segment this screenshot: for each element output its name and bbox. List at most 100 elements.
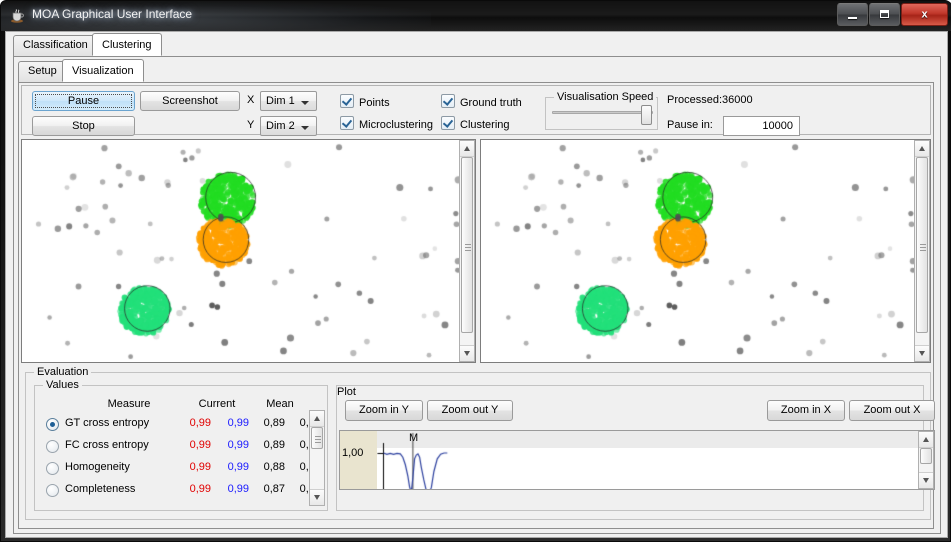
current-value-primary: 0,99 bbox=[189, 439, 211, 451]
measure-name: FC cross entropy bbox=[65, 439, 149, 451]
pause-button-label: Pause bbox=[67, 95, 100, 107]
zoom-in-y-button[interactable]: Zoom in Y bbox=[345, 400, 423, 421]
header-mean: Mean bbox=[266, 398, 294, 410]
zoom-out-y-button[interactable]: Zoom out Y bbox=[427, 400, 513, 421]
current-value-primary: 0,99 bbox=[189, 461, 211, 473]
table-row[interactable]: GT cross entropy 0,99 0,99 0,89 0,89 bbox=[39, 414, 325, 436]
plot-vscrollbar[interactable] bbox=[918, 431, 934, 489]
checkbox-ground-truth-box bbox=[441, 94, 455, 108]
checkbox-points-box bbox=[340, 94, 354, 108]
clustering-view[interactable] bbox=[480, 139, 931, 363]
window-controls: x bbox=[837, 3, 948, 26]
slider-track bbox=[552, 111, 653, 114]
window-title: MOA Graphical User Interface bbox=[32, 7, 193, 21]
scroll-up-button[interactable] bbox=[310, 411, 324, 427]
plot-line-canvas bbox=[377, 431, 934, 489]
scroll-grip bbox=[920, 250, 926, 251]
checkbox-clustering-box bbox=[441, 116, 455, 130]
visualisation-speed-title: Visualisation Speed bbox=[554, 91, 657, 103]
scroll-up-button[interactable] bbox=[915, 141, 929, 157]
stop-button[interactable]: Stop bbox=[32, 116, 135, 136]
chevron-down-icon bbox=[923, 478, 929, 483]
plot-group: Plot Zoom in Y Zoom out Y Zoom in X Zoom… bbox=[336, 385, 935, 511]
checkbox-ground-truth[interactable]: Ground truth bbox=[441, 94, 522, 109]
table-header: Measure Current Mean bbox=[39, 396, 325, 414]
clustering-vscrollbar[interactable] bbox=[914, 140, 930, 362]
measures-table-vscrollbar[interactable] bbox=[309, 410, 325, 506]
minimize-button[interactable] bbox=[837, 3, 868, 26]
zoom-out-y-label: Zoom out Y bbox=[441, 404, 499, 416]
screenshot-button[interactable]: Screenshot bbox=[140, 91, 240, 111]
mean-value-primary: 0,89 bbox=[263, 439, 285, 451]
clustering-panel: Setup Visualization Pause Stop Screensho… bbox=[13, 57, 941, 534]
tab-classification[interactable]: Classification bbox=[13, 35, 98, 56]
scroll-thumb[interactable] bbox=[311, 427, 323, 449]
close-button[interactable]: x bbox=[901, 3, 948, 26]
scroll-thumb[interactable] bbox=[920, 448, 932, 464]
checkbox-clustering[interactable]: Clustering bbox=[441, 116, 510, 131]
checkbox-ground-truth-label: Ground truth bbox=[460, 97, 522, 109]
chevron-up-icon bbox=[314, 416, 320, 421]
current-value-secondary: 0,99 bbox=[227, 461, 249, 473]
current-value-secondary: 0,99 bbox=[227, 417, 249, 429]
scroll-down-button[interactable] bbox=[460, 345, 474, 361]
ground-truth-view[interactable] bbox=[21, 139, 476, 363]
scroll-up-button[interactable] bbox=[460, 141, 474, 157]
zoom-out-x-button[interactable]: Zoom out X bbox=[849, 400, 935, 421]
row-radio-homogeneity[interactable] bbox=[46, 462, 59, 475]
pause-button[interactable]: Pause bbox=[32, 91, 135, 111]
current-value-secondary: 0,99 bbox=[227, 483, 249, 495]
scroll-down-button[interactable] bbox=[919, 472, 933, 488]
checkbox-points[interactable]: Points bbox=[340, 94, 390, 109]
scroll-thumb[interactable] bbox=[461, 157, 473, 333]
zoom-in-x-button[interactable]: Zoom in X bbox=[767, 400, 845, 421]
tab-visualization[interactable]: Visualization bbox=[62, 59, 144, 82]
measure-name: Completeness bbox=[65, 483, 136, 495]
scroll-up-button[interactable] bbox=[919, 432, 933, 448]
scroll-grip bbox=[315, 439, 321, 440]
plot-y-tick-label: 1,00 bbox=[342, 447, 364, 459]
title-bar[interactable]: MOA Graphical User Interface x bbox=[1, 1, 951, 31]
minimize-icon bbox=[848, 17, 857, 19]
ground-truth-canvas[interactable] bbox=[22, 140, 459, 362]
close-icon: x bbox=[921, 8, 928, 20]
inner-tabstrip: Setup Visualization bbox=[18, 59, 934, 83]
y-dimension-select[interactable]: Dim 2 bbox=[260, 116, 317, 136]
measure-plot[interactable]: 1,00 M bbox=[339, 430, 935, 490]
scroll-down-button[interactable] bbox=[915, 345, 929, 361]
header-current: Current bbox=[198, 398, 236, 410]
chevron-down-icon bbox=[301, 101, 309, 105]
table-row[interactable]: Completeness 0,99 0,99 0,87 0,87 bbox=[39, 480, 325, 502]
header-measure: Measure bbox=[107, 398, 151, 410]
row-radio-completeness[interactable] bbox=[46, 484, 59, 497]
scroll-grip bbox=[315, 436, 321, 437]
ground-truth-vscrollbar[interactable] bbox=[459, 140, 475, 362]
checkbox-microclustering[interactable]: Microclustering bbox=[340, 116, 433, 131]
visualisation-speed-slider[interactable] bbox=[552, 105, 653, 125]
zoom-in-y-label: Zoom in Y bbox=[359, 404, 409, 416]
tab-setup[interactable]: Setup bbox=[18, 61, 67, 82]
scroll-grip bbox=[920, 244, 926, 245]
x-dimension-value: Dim 1 bbox=[266, 95, 295, 107]
tab-clustering[interactable]: Clustering bbox=[92, 33, 162, 56]
pause-in-label: Pause in: bbox=[667, 119, 713, 131]
row-radio-gt-cross-entropy[interactable] bbox=[46, 418, 59, 431]
evaluation-group: Evaluation Values Measure Current Mean G… bbox=[25, 366, 935, 520]
slider-thumb[interactable] bbox=[641, 105, 653, 125]
x-dimension-select[interactable]: Dim 1 bbox=[260, 91, 317, 111]
scroll-grip bbox=[315, 442, 321, 443]
visualization-toolbar: Pause Stop Screenshot X Dim 1 Y Dim 2 Po… bbox=[21, 85, 931, 136]
maximize-icon bbox=[880, 10, 889, 18]
scroll-down-button[interactable] bbox=[310, 489, 324, 505]
pause-in-input[interactable]: 10000 bbox=[723, 116, 800, 136]
row-radio-fc-cross-entropy[interactable] bbox=[46, 440, 59, 453]
chevron-up-icon bbox=[923, 437, 929, 442]
table-row[interactable]: Homogeneity 0,99 0,99 0,88 0,88 bbox=[39, 458, 325, 480]
table-row[interactable]: FC cross entropy 0,99 0,99 0,89 0,89 bbox=[39, 436, 325, 458]
y-dimension-value: Dim 2 bbox=[266, 120, 295, 132]
current-value-primary: 0,99 bbox=[189, 417, 211, 429]
measures-table[interactable]: Measure Current Mean GT cross entropy 0,… bbox=[39, 396, 325, 506]
clustering-canvas[interactable] bbox=[481, 140, 914, 362]
maximize-button[interactable] bbox=[869, 3, 900, 26]
scroll-thumb[interactable] bbox=[916, 157, 928, 333]
